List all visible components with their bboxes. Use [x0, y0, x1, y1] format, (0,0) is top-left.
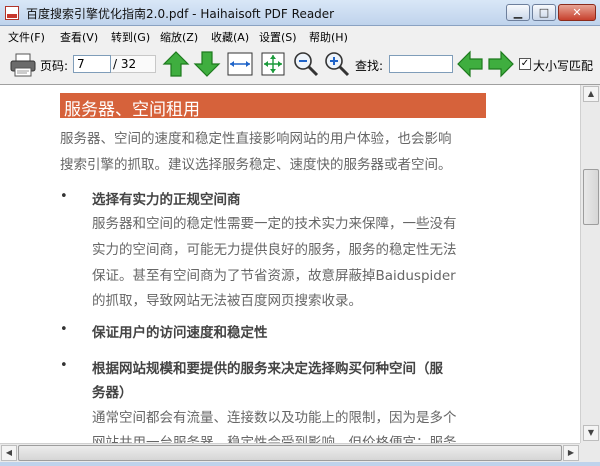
scroll-left-button[interactable]: ◀ — [1, 445, 17, 461]
menu-favorites[interactable]: 收藏(A) — [211, 29, 249, 45]
window-title: 百度搜索引擎优化指南2.0.pdf - Haihaisoft PDF Reade… — [26, 7, 335, 21]
bullet-title: 保证用户的访问速度和稳定性 — [92, 325, 268, 341]
scroll-right-button[interactable]: ▶ — [563, 445, 579, 461]
total-pages: / 32 — [113, 57, 137, 71]
fit-page-icon[interactable] — [259, 50, 287, 78]
body-line: 的抓取，导致网站无法被百度网页搜索收录。 — [92, 293, 362, 309]
intro-line: 搜索引擎的抓取。建议选择服务稳定、速度快的服务器或者空间。 — [60, 157, 452, 173]
toolbar: 页码: / 32 查找: ✓ 大小写匹配 — [0, 45, 600, 85]
match-case-checkbox[interactable]: ✓ — [519, 58, 531, 70]
fit-width-icon[interactable] — [226, 50, 254, 78]
menu-view[interactable]: 查看(V) — [60, 29, 98, 45]
vertical-scroll-thumb[interactable] — [583, 169, 599, 225]
menu-settings[interactable]: 设置(S) — [259, 29, 297, 45]
menu-bar: 文件(F) 查看(V) 转到(G) 缩放(Z) 收藏(A) 设置(S) 帮助(H… — [0, 26, 600, 45]
scroll-up-button[interactable]: ▲ — [583, 86, 599, 102]
bullet-icon: • — [60, 322, 68, 337]
printer-icon[interactable] — [10, 53, 36, 77]
match-case-label: 大小写匹配 — [533, 59, 594, 73]
zoom-in-icon[interactable] — [323, 50, 351, 78]
menu-help[interactable]: 帮助(H) — [309, 29, 348, 45]
menu-zoom[interactable]: 缩放(Z) — [160, 29, 198, 45]
body-line: 实力的空间商，可能无力提供良好的服务，服务的稳定性无法 — [92, 242, 457, 258]
horizontal-scrollbar[interactable]: ◀ ▶ — [0, 443, 580, 462]
bullet-title: 务器） — [92, 385, 133, 401]
arrow-down-icon[interactable] — [193, 50, 221, 78]
arrow-up-icon[interactable] — [162, 50, 190, 78]
section-heading-text: 服务器、空间租用 — [64, 100, 200, 120]
pdf-app-icon — [5, 6, 19, 20]
vertical-scrollbar[interactable]: ▲ ▼ — [580, 85, 600, 443]
search-label: 查找: — [355, 59, 384, 73]
bullet-title: 根据网站规模和要提供的服务来决定选择购买何种空间（服 — [92, 361, 443, 377]
find-next-icon[interactable] — [487, 50, 515, 78]
window-bottom-border — [0, 462, 600, 466]
menu-file[interactable]: 文件(F) — [8, 29, 45, 45]
scroll-down-button[interactable]: ▼ — [583, 425, 599, 441]
minimize-button[interactable]: ▁ — [506, 4, 530, 21]
menu-goto[interactable]: 转到(G) — [111, 29, 150, 45]
body-line: 服务器和空间的稳定性需要一定的技术实力来保障，一些没有 — [92, 216, 457, 232]
bullet-title: 选择有实力的正规空间商 — [92, 192, 241, 208]
body-line: 保证。甚至有空间商为了节省资源，故意屏蔽掉Baiduspider — [92, 268, 456, 284]
find-previous-icon[interactable] — [456, 50, 484, 78]
body-line: 通常空间都会有流量、连接数以及功能上的限制，因为是多个 — [92, 410, 457, 426]
page-number-input[interactable] — [73, 55, 111, 73]
body-line: 网站共用一台服务器，稳定性会受到影响，但价格便宜；服务 — [92, 435, 457, 443]
horizontal-scroll-thumb[interactable] — [18, 445, 562, 461]
title-bar: 百度搜索引擎优化指南2.0.pdf - Haihaisoft PDF Reade… — [0, 0, 600, 26]
maximize-button[interactable]: □ — [532, 4, 556, 21]
page-label: 页码: — [40, 59, 69, 73]
zoom-out-icon[interactable] — [292, 50, 320, 78]
size-grip — [580, 443, 600, 462]
search-input[interactable] — [389, 55, 453, 73]
document-view[interactable]: 服务器、空间租用 服务器、空间的速度和稳定性直接影响网站的用户体验，也会影响 搜… — [0, 85, 580, 443]
intro-line: 服务器、空间的速度和稳定性直接影响网站的用户体验，也会影响 — [60, 131, 452, 147]
section-heading: 服务器、空间租用 — [60, 93, 486, 120]
close-button[interactable]: ✕ — [558, 4, 596, 21]
bullet-icon: • — [60, 358, 68, 373]
bullet-icon: • — [60, 189, 68, 204]
